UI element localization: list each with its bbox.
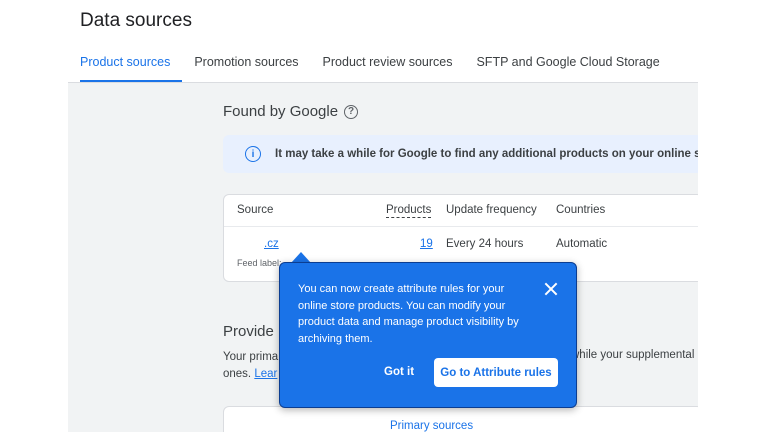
provided-description: Your prima ones. Lear: [223, 349, 278, 383]
help-circle-icon[interactable]: ?: [344, 104, 359, 119]
products-count-link[interactable]: 19: [420, 238, 433, 250]
column-header-source: Source: [237, 204, 274, 216]
tab-product-review-sources[interactable]: Product review sources: [311, 44, 465, 82]
info-icon: i: [245, 146, 261, 162]
provided-by-you-title: Provide: [223, 323, 274, 340]
countries-value: Automatic: [556, 238, 608, 250]
update-frequency-value: Every 24 hours: [446, 238, 524, 250]
column-header-products[interactable]: Products: [386, 204, 432, 218]
provided-description-line1: Your prima: [223, 351, 279, 363]
go-to-attribute-rules-button[interactable]: Go to Attribute rules: [434, 358, 558, 387]
info-banner: i It may take a while for Google to find…: [223, 135, 698, 173]
attribute-rules-popover: You can now create attribute rules for y…: [279, 262, 577, 408]
provided-description-line2: ones.: [223, 368, 255, 380]
primary-sources-card: Primary sources: [223, 406, 698, 432]
got-it-button[interactable]: Got it: [384, 366, 414, 378]
tab-sftp-cloud-storage[interactable]: SFTP and Google Cloud Storage: [464, 44, 671, 82]
provided-description-continued: while your supplemental: [571, 349, 695, 361]
tab-bar: Product sources Promotion sources Produc…: [68, 44, 672, 82]
feed-label: Feed label:: [237, 258, 282, 268]
tab-promotion-sources[interactable]: Promotion sources: [182, 44, 310, 82]
column-header-countries: Countries: [556, 204, 606, 216]
tab-product-sources[interactable]: Product sources: [68, 44, 183, 82]
table-divider: [224, 226, 698, 227]
found-by-google-heading: Found by Google ?: [223, 103, 359, 120]
info-banner-text: It may take a while for Google to find a…: [275, 148, 698, 160]
primary-sources-link[interactable]: Primary sources: [390, 420, 473, 432]
learn-more-link[interactable]: Lear: [254, 368, 277, 380]
column-header-update-frequency: Update frequency: [446, 204, 537, 216]
popover-message: You can now create attribute rules for y…: [298, 283, 519, 345]
page-title: Data sources: [80, 10, 192, 31]
source-link[interactable]: .cz: [264, 238, 279, 250]
close-icon[interactable]: [542, 280, 560, 298]
found-by-google-title: Found by Google: [223, 103, 339, 120]
